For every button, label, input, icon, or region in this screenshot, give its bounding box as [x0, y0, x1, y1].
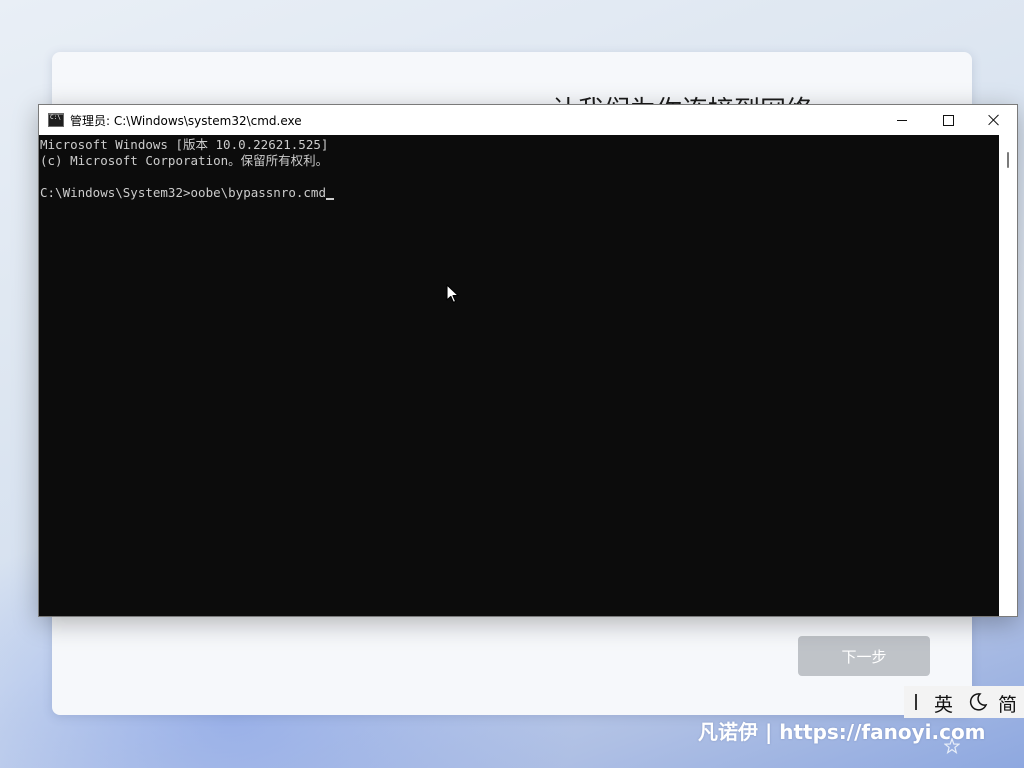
mouse-pointer-icon [446, 284, 459, 303]
ime-toolbar: 英 简 [904, 686, 1024, 718]
cmd-window: 管理员: C:\Windows\system32\cmd.exe Microso… [38, 104, 1018, 617]
console-line: Microsoft Windows [版本 10.0.22621.525] [40, 137, 329, 152]
console-prompt-text: C:\Windows\System32>oobe\bypassnro.cmd [40, 185, 326, 200]
text-cursor [325, 198, 334, 200]
maximize-icon [942, 114, 954, 126]
watermark: 凡诺伊 | https://fanoyi.com [698, 720, 986, 744]
next-button[interactable]: 下一步 [798, 636, 930, 676]
ime-language-toggle[interactable]: 英 [934, 690, 953, 717]
scrollbar-thumb[interactable] [1007, 152, 1009, 168]
close-button[interactable] [971, 105, 1017, 135]
ime-script-toggle[interactable]: 简 [998, 690, 1017, 717]
close-icon [988, 114, 1000, 126]
minimize-icon [897, 119, 907, 121]
cmd-window-title: 管理员: C:\Windows\system32\cmd.exe [70, 114, 302, 128]
cmd-titlebar[interactable]: 管理员: C:\Windows\system32\cmd.exe [39, 105, 1017, 135]
minimize-button[interactable] [879, 105, 925, 135]
vertical-scrollbar[interactable] [999, 135, 1017, 616]
moon-icon[interactable] [968, 692, 988, 717]
moon-icon-svg [969, 693, 988, 711]
watermark-star-icon [944, 738, 960, 754]
maximize-button[interactable] [925, 105, 971, 135]
ime-drag-handle[interactable] [915, 694, 917, 710]
desktop-background: 让我们为你连接到网络 下一步 管理员: C:\Windows\system32\… [0, 0, 1024, 768]
console-line: (c) Microsoft Corporation。保留所有权利。 [40, 153, 329, 168]
console-prompt-line: C:\Windows\System32>oobe\bypassnro.cmd [39, 185, 999, 201]
console-output[interactable]: Microsoft Windows [版本 10.0.22621.525] (c… [39, 135, 999, 616]
cmd-app-icon [48, 113, 64, 127]
